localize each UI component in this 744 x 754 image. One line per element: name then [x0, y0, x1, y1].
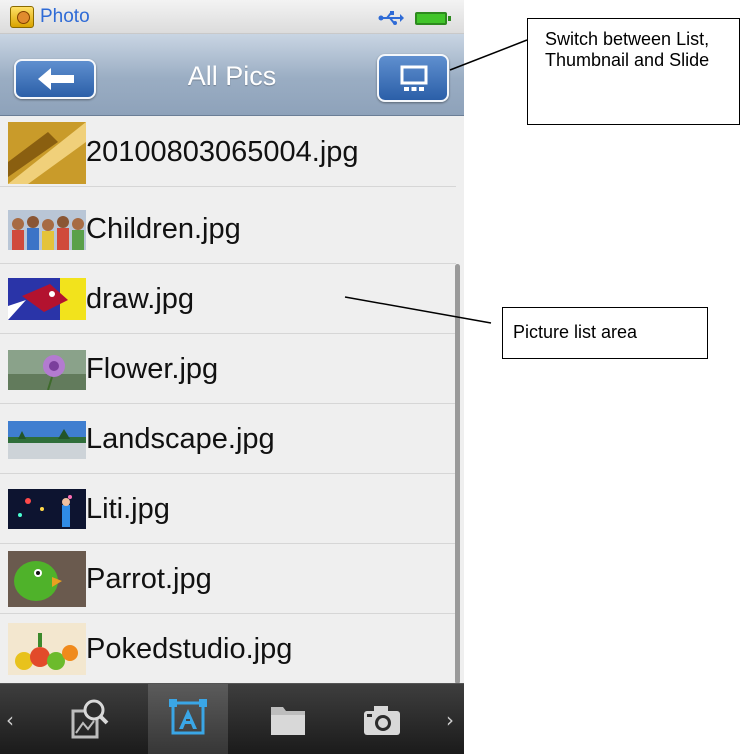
list-item[interactable]: Flower.jpg: [0, 334, 456, 404]
list-item[interactable]: 20100803065004.jpg: [0, 117, 456, 187]
list-item[interactable]: Children.jpg: [0, 194, 456, 264]
file-name: Children.jpg: [86, 213, 241, 245]
view-mode-icon: [400, 65, 428, 91]
bottom-toolbar: ‹ ›: [0, 683, 464, 754]
status-bar: Photo: [0, 0, 464, 34]
battery-icon: [415, 12, 451, 25]
file-name: Liti.jpg: [86, 493, 170, 525]
photo-app-icon: [10, 6, 34, 28]
list-item[interactable]: Pokedstudio.jpg: [0, 614, 456, 683]
list-scrollbar[interactable]: [455, 264, 460, 683]
file-name: Pokedstudio.jpg: [86, 633, 293, 665]
file-name: Landscape.jpg: [86, 423, 275, 455]
camera-icon: [364, 706, 400, 735]
back-button[interactable]: [14, 59, 96, 99]
night-scene-thumbnail: [8, 489, 86, 529]
back-arrow-icon: [38, 68, 74, 90]
picture-list-annotation: Picture list area: [502, 307, 708, 359]
scroll-left-icon[interactable]: ‹: [6, 708, 14, 732]
picture-list[interactable]: 20100803065004.jpg Children.jpg draw.jpg…: [0, 117, 464, 683]
all-pics-icon: [169, 699, 207, 735]
app-title: Photo: [40, 6, 90, 27]
list-item[interactable]: Parrot.jpg: [0, 544, 456, 614]
golden-abstract-thumbnail: [8, 122, 86, 184]
switch-view-button[interactable]: [377, 54, 449, 102]
folder-icon: [271, 707, 305, 735]
scroll-right-icon[interactable]: ›: [446, 708, 454, 732]
search-icon: [71, 699, 109, 739]
children-group-thumbnail: [8, 210, 86, 250]
list-item[interactable]: Landscape.jpg: [0, 404, 456, 474]
green-parrot-thumbnail: [8, 551, 86, 607]
list-item[interactable]: draw.jpg: [0, 264, 456, 334]
purple-flower-thumbnail: [8, 350, 86, 390]
landscape-thumbnail: [8, 421, 86, 459]
camera-button[interactable]: [342, 684, 422, 754]
folder-button[interactable]: [248, 684, 328, 754]
usb-icon: [378, 11, 404, 25]
file-name: Flower.jpg: [86, 353, 219, 385]
device-screen: Photo All Pics 20100803065004.jpg Childr…: [0, 0, 464, 754]
list-item[interactable]: Liti.jpg: [0, 474, 456, 544]
search-button[interactable]: [50, 684, 130, 754]
file-name: draw.jpg: [86, 283, 195, 315]
file-name: 20100803065004.jpg: [86, 136, 359, 168]
all-pics-button[interactable]: [148, 684, 228, 754]
file-name: Parrot.jpg: [86, 563, 212, 595]
nav-bar: All Pics: [0, 34, 464, 116]
fruit-illustration-thumbnail: [8, 623, 86, 675]
bird-drawing-thumbnail: [8, 278, 86, 320]
page-title: All Pics: [187, 61, 277, 91]
switch-view-annotation: Switch between List, Thumbnail and Slide: [527, 18, 740, 125]
